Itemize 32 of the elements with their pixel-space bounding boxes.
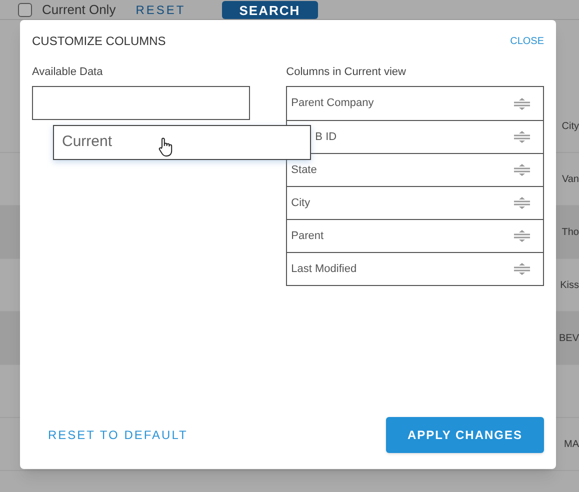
- drag-handle-icon[interactable]: [513, 163, 531, 177]
- column-item[interactable]: Parent: [287, 219, 543, 252]
- column-item[interactable]: Last Modified: [287, 252, 543, 285]
- table-cell-text: BEV: [558, 332, 579, 346]
- checkbox-label: Current Only: [42, 0, 116, 19]
- current-columns-label: Columns in Current view: [286, 65, 407, 80]
- table-cell-text: MA: [564, 438, 579, 452]
- available-data-label: Available Data: [32, 65, 104, 80]
- column-item[interactable]: Parent Company: [287, 87, 543, 120]
- table-cell-text: Kiss: [560, 278, 579, 292]
- dialog-title: CUSTOMIZE COLUMNS: [32, 33, 166, 50]
- drag-preview-tooltip[interactable]: Current: [53, 125, 311, 160]
- reset-button[interactable]: RESET: [136, 0, 186, 18]
- table-cell-text: City: [562, 120, 579, 134]
- table-cell-text: Van: [562, 172, 579, 186]
- drag-handle-icon[interactable]: [513, 262, 531, 276]
- column-name: B ID: [315, 130, 337, 145]
- column-name: State: [291, 162, 317, 178]
- column-name: Last Modified: [291, 262, 357, 277]
- checkbox[interactable]: [18, 2, 32, 16]
- column-name: Parent: [291, 228, 324, 244]
- column-name: City: [291, 196, 310, 211]
- column-name: Parent Company: [291, 96, 374, 112]
- table-cell-text: Tho: [562, 226, 579, 240]
- drag-handle-icon[interactable]: [513, 229, 531, 243]
- drag-handle-icon[interactable]: [513, 130, 531, 144]
- drag-handle-icon[interactable]: [513, 96, 531, 110]
- hand-cursor-icon: [158, 136, 174, 156]
- column-item[interactable]: City: [287, 186, 543, 219]
- dragged-item-label: Current: [62, 132, 112, 152]
- search-button[interactable]: SEARCH: [222, 0, 318, 18]
- drag-handle-icon[interactable]: [513, 196, 531, 210]
